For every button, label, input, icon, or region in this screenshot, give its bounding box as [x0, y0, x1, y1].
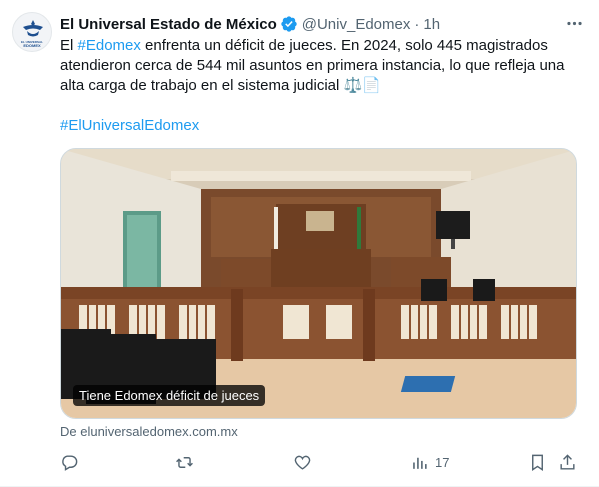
share-button[interactable] — [558, 450, 577, 474]
tweet-paragraph: El #Edomex enfrenta un déficit de jueces… — [60, 36, 580, 96]
avatar-brand: EL UNIVERSAL EDOMEX — [13, 40, 51, 48]
more-icon — [566, 21, 582, 25]
avatar[interactable]: EL UNIVERSAL EDOMEX — [12, 12, 52, 52]
separator-dot: · — [414, 15, 420, 33]
views-icon — [413, 457, 427, 469]
reply-icon — [62, 454, 78, 471]
reply-button[interactable] — [60, 450, 79, 474]
link-card-image[interactable]: Tiene Edomex déficit de jueces — [60, 148, 577, 419]
retweet-button[interactable] — [175, 450, 194, 474]
more-button[interactable] — [563, 12, 585, 34]
avatar-line2: EDOMEX — [23, 43, 41, 48]
tweet-text: El #Edomex enfrenta un déficit de jueces… — [60, 36, 580, 136]
display-name[interactable]: El Universal Estado de México — [60, 16, 277, 33]
timestamp[interactable]: 1h — [423, 16, 440, 33]
hashtag-link[interactable]: #Edomex — [78, 37, 141, 54]
courtroom-photo — [61, 149, 576, 418]
action-bar: 17 — [60, 450, 580, 474]
like-button[interactable] — [293, 450, 312, 474]
retweet-icon — [176, 456, 193, 468]
handle[interactable]: @Univ_Edomex — [302, 16, 411, 33]
verified-badge-icon[interactable] — [280, 15, 298, 33]
bookmark-button[interactable] — [528, 450, 547, 474]
bookmark-icon — [532, 454, 543, 471]
link-source[interactable]: De eluniversaledomex.com.mx — [60, 424, 238, 439]
tweet-header: El Universal Estado de México @Univ_Edom… — [60, 14, 583, 34]
tweet-paragraph-2: #ElUniversalEdomex — [60, 116, 580, 136]
share-icon — [560, 453, 575, 470]
text-before-tag: El — [60, 37, 78, 54]
link-card-title: Tiene Edomex déficit de jueces — [73, 385, 266, 406]
tweet-card[interactable]: EL UNIVERSAL EDOMEX El Universal Estado … — [0, 0, 599, 487]
like-icon — [294, 455, 311, 470]
views-count: 17 — [435, 454, 450, 470]
views-button[interactable]: 17 — [410, 450, 449, 474]
hashtag-link[interactable]: #ElUniversalEdomex — [60, 117, 199, 134]
